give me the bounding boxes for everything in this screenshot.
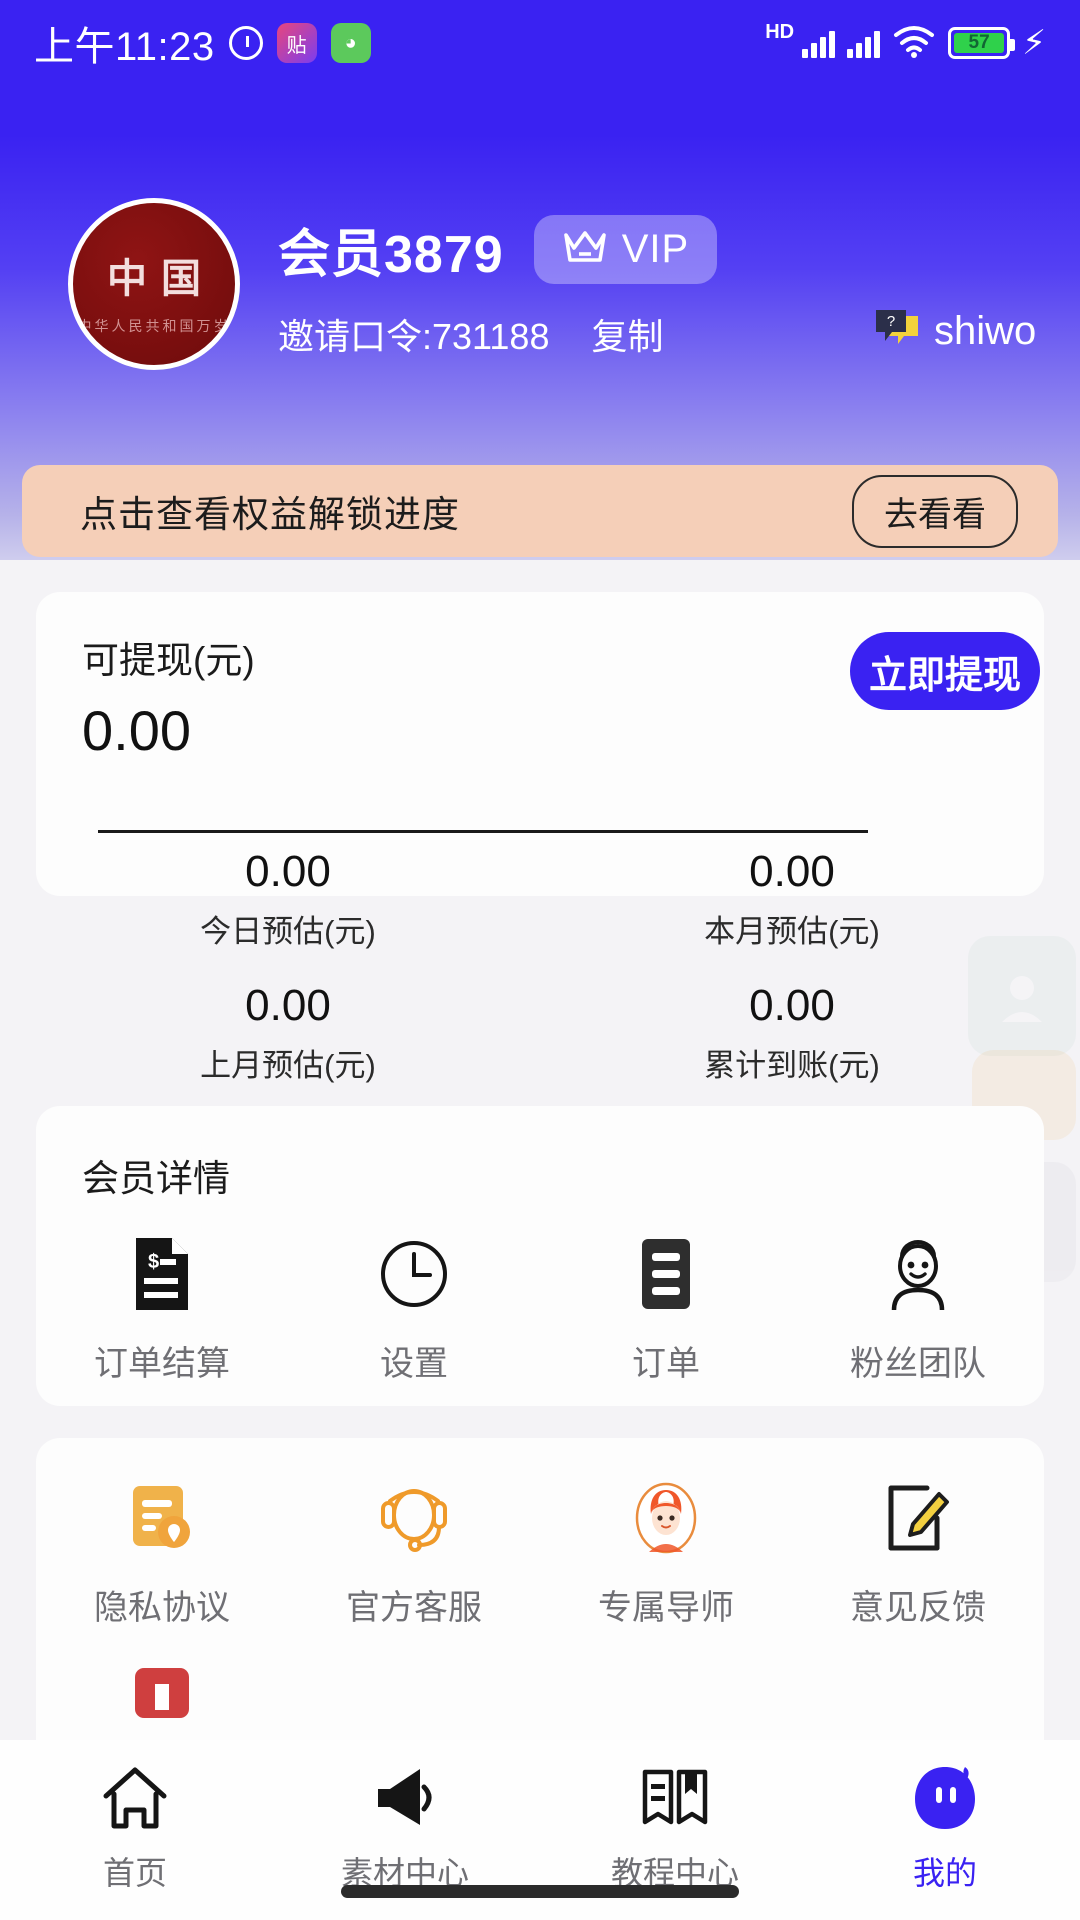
wallet-stats-grid: 0.00 今日预估(元) 0.00 本月预估(元) 0.00 上月预估(元) 0… bbox=[36, 847, 1044, 1085]
nav-item-tutorial-center[interactable]: 教程中心 bbox=[540, 1762, 810, 1894]
stat-item[interactable]: 0.00 今日预估(元) bbox=[36, 847, 540, 951]
menu-item-order[interactable]: 订单 bbox=[540, 1236, 792, 1385]
service-icon-grid: 隐私协议 官方客服 专属导师 意见反馈 bbox=[36, 1438, 1044, 1629]
menu-item-label: 粉丝团队 bbox=[850, 1345, 986, 1383]
signal-bars-icon-1 bbox=[802, 28, 836, 58]
member-icon-grid: $ 订单结算 设置 订单 粉丝团队 bbox=[36, 1202, 1044, 1385]
menu-item-order-settlement[interactable]: $ 订单结算 bbox=[36, 1236, 288, 1385]
wifi-icon bbox=[892, 24, 936, 63]
menu-item-label: 意见反馈 bbox=[850, 1589, 986, 1627]
home-icon bbox=[100, 1762, 170, 1834]
megaphone-icon bbox=[368, 1762, 442, 1834]
status-bar-time: 上午11:23 bbox=[34, 25, 215, 69]
banner-action-button[interactable]: 去看看 bbox=[852, 474, 1018, 548]
menu-item-official-support[interactable]: 官方客服 bbox=[288, 1480, 540, 1629]
username-row: 会员3879 VIP bbox=[278, 212, 718, 287]
service-card: 隐私协议 官方客服 专属导师 意见反馈 bbox=[36, 1438, 1044, 1768]
home-indicator bbox=[341, 1885, 739, 1898]
signal-bars-icon-2 bbox=[847, 28, 881, 58]
menu-item-exclusive-mentor[interactable]: 专属导师 bbox=[540, 1480, 792, 1629]
avatar-text: 中国 bbox=[107, 255, 215, 302]
member-section-title: 会员详情 bbox=[82, 1158, 230, 1199]
battery-percent-label: 57 bbox=[954, 32, 1005, 53]
book-icon bbox=[639, 1762, 711, 1834]
alarm-clock-icon bbox=[228, 26, 263, 60]
avatar-subtext: 中华人民共和国万岁 bbox=[77, 318, 231, 334]
svg-text:?: ? bbox=[887, 313, 895, 330]
stat-value: 0.00 bbox=[749, 847, 835, 896]
menu-item-label: 设置 bbox=[380, 1345, 448, 1383]
nav-item-profile[interactable]: 我的 bbox=[810, 1762, 1080, 1894]
stat-value: 0.00 bbox=[245, 981, 331, 1030]
mentor-avatar-icon bbox=[629, 1480, 703, 1556]
list-order-icon bbox=[640, 1236, 692, 1312]
member-detail-card: 会员详情 $ 订单结算 设置 订单 粉丝团队 bbox=[36, 1106, 1044, 1406]
avatar[interactable]: 中国 中华人民共和国万岁 bbox=[68, 198, 240, 370]
help-label: shiwo bbox=[934, 309, 1037, 353]
vip-label: VIP bbox=[621, 227, 690, 271]
page-title: 会员3879 bbox=[278, 226, 504, 284]
stat-label: 今日预估(元) bbox=[200, 914, 376, 949]
nav-item-home[interactable]: 首页 bbox=[0, 1762, 270, 1894]
stat-label: 累计到账(元) bbox=[704, 1048, 880, 1083]
stat-value: 0.00 bbox=[245, 847, 331, 896]
stat-item[interactable]: 0.00 本月预估(元) bbox=[540, 847, 1044, 951]
status-bar-left: 上午11:23 贴 ◕ bbox=[34, 14, 371, 72]
charging-bolt-icon: ⚡ bbox=[1022, 24, 1046, 62]
menu-item-label: 订单 bbox=[632, 1345, 700, 1383]
red-card-icon bbox=[129, 1657, 195, 1733]
menu-item-label: 官方客服 bbox=[346, 1589, 482, 1627]
hd-network-label: HD bbox=[765, 20, 795, 43]
copy-button[interactable]: 复制 bbox=[591, 308, 663, 360]
menu-item-privacy-policy[interactable]: 隐私协议 bbox=[36, 1480, 288, 1629]
wallet-top: 可提现(元) 0.00 立即提现 bbox=[36, 592, 1044, 763]
menu-item-fan-team[interactable]: 粉丝团队 bbox=[792, 1236, 1044, 1385]
person-team-icon bbox=[880, 1236, 956, 1312]
crown-icon bbox=[562, 228, 608, 271]
banner-text: 点击查看权益解锁进度 bbox=[80, 494, 460, 535]
app-badge-icon-2: ◕ bbox=[330, 23, 371, 63]
vip-badge[interactable]: VIP bbox=[533, 215, 718, 284]
status-bar-right: HD 57 ⚡ bbox=[765, 20, 1046, 63]
nav-item-label: 首页 bbox=[102, 1855, 167, 1891]
svg-text:$: $ bbox=[148, 1251, 159, 1273]
withdrawable-amount: 0.00 bbox=[82, 699, 191, 762]
help-entry[interactable]: ? shiwo bbox=[872, 306, 1036, 357]
privacy-document-icon bbox=[129, 1480, 195, 1556]
menu-item-label: 订单结算 bbox=[94, 1345, 230, 1383]
stat-item[interactable]: 0.00 累计到账(元) bbox=[540, 981, 1044, 1085]
stat-item[interactable]: 0.00 上月预估(元) bbox=[36, 981, 540, 1085]
menu-item-label: 隐私协议 bbox=[94, 1589, 230, 1627]
stat-label: 本月预估(元) bbox=[704, 914, 880, 949]
menu-item-label: 专属导师 bbox=[598, 1589, 734, 1627]
question-chat-icon: ? bbox=[872, 306, 922, 357]
rights-progress-banner[interactable]: 点击查看权益解锁进度 去看看 bbox=[22, 465, 1058, 557]
invoice-document-icon: $ bbox=[132, 1236, 192, 1312]
stat-value: 0.00 bbox=[749, 981, 835, 1030]
profile-blob-icon bbox=[909, 1762, 981, 1834]
battery-icon: 57 bbox=[948, 27, 1016, 59]
app-badge-icon-1: 贴 bbox=[276, 23, 317, 63]
invite-code-text: 邀请口令:731188 bbox=[278, 316, 550, 357]
menu-item-feedback[interactable]: 意见反馈 bbox=[792, 1480, 1044, 1629]
edit-feedback-icon bbox=[883, 1480, 953, 1556]
clock-icon bbox=[378, 1236, 450, 1312]
wallet-card: 可提现(元) 0.00 立即提现 0.00 今日预估(元) 0.00 本月预估(… bbox=[36, 592, 1044, 1083]
withdraw-button[interactable]: 立即提现 bbox=[850, 632, 1040, 710]
stat-label: 上月预估(元) bbox=[200, 1048, 376, 1083]
status-bar: 上午11:23 贴 ◕ HD 57 ⚡ bbox=[0, 0, 1080, 86]
nav-item-label: 我的 bbox=[912, 1855, 977, 1891]
nav-item-material-center[interactable]: 素材中心 bbox=[270, 1762, 540, 1894]
service-icon-grid-row3-clipped bbox=[36, 1629, 1044, 1757]
wallet-divider bbox=[98, 830, 868, 833]
headset-support-icon bbox=[377, 1480, 451, 1556]
menu-item-settings[interactable]: 设置 bbox=[288, 1236, 540, 1385]
invite-code-row: 邀请口令:731188 复制 bbox=[278, 308, 663, 360]
